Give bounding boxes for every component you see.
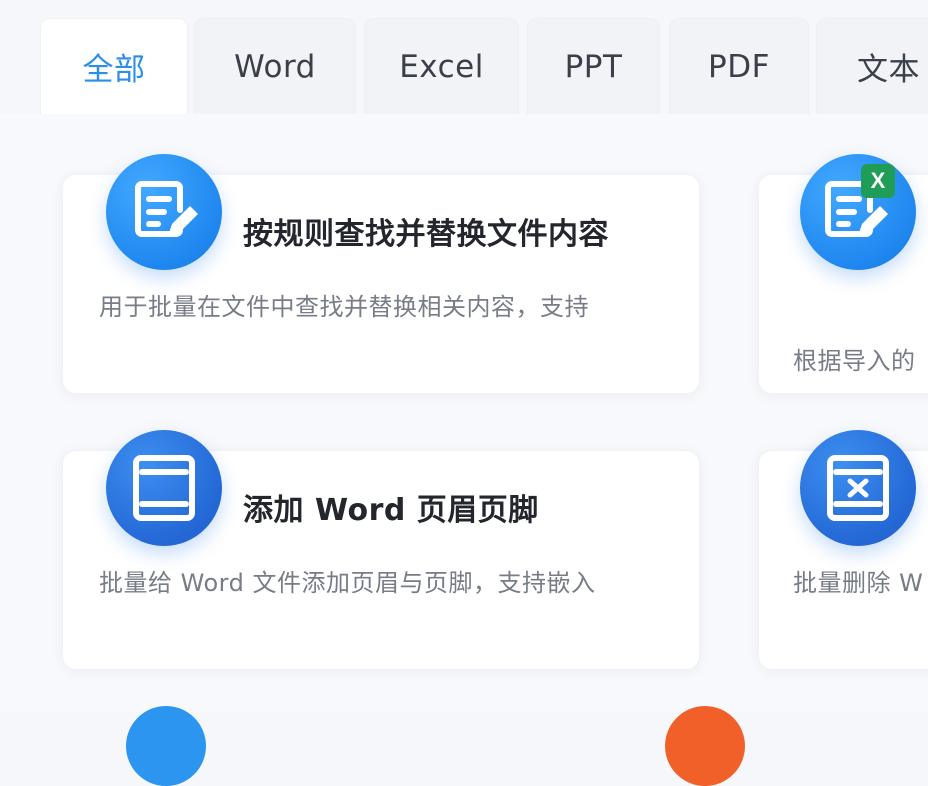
excel-document-edit-icon: X bbox=[800, 154, 916, 270]
tool-card-description: 用于批量在文件中查找并替换相关内容，支持 bbox=[99, 293, 589, 321]
tool-grid: 按规则查找并替换文件内容 用于批量在文件中查找并替换相关内容，支持 根据导入的 … bbox=[0, 114, 928, 786]
header-footer-icon bbox=[106, 430, 222, 546]
document-edit-icon bbox=[106, 154, 222, 270]
tool-icon-partial bbox=[126, 706, 206, 786]
excel-badge-icon: X bbox=[861, 164, 895, 198]
tool-card-description: 批量给 Word 文件添加页眉与页脚，支持嵌入 bbox=[99, 569, 596, 597]
tab-ppt[interactable]: PPT bbox=[527, 18, 660, 114]
tab-all-label: 全部 bbox=[82, 52, 146, 88]
tab-text-label: 文本 bbox=[857, 52, 920, 88]
category-tabs: Word Excel PPT PDF 文本 全部 bbox=[0, 0, 928, 130]
tab-pdf-label: PDF bbox=[708, 48, 770, 85]
tool-card-description: 根据导入的 bbox=[793, 347, 916, 375]
tab-all[interactable]: 全部 bbox=[40, 18, 188, 114]
tool-card-title: 添加 Word 页眉页脚 bbox=[243, 493, 539, 528]
delete-header-footer-icon bbox=[800, 430, 916, 546]
tool-card-description: 批量删除 W bbox=[793, 569, 924, 597]
tab-word-label: Word bbox=[234, 48, 316, 85]
tab-ppt-label: PPT bbox=[564, 48, 623, 85]
tab-text[interactable]: 文本 bbox=[816, 18, 928, 114]
tab-word[interactable]: Word bbox=[194, 18, 356, 114]
tool-card-title: 按规则查找并替换文件内容 bbox=[243, 217, 609, 252]
tab-excel-label: Excel bbox=[399, 48, 484, 85]
tool-icon-partial bbox=[665, 706, 745, 786]
tab-pdf[interactable]: PDF bbox=[669, 18, 809, 114]
tab-excel[interactable]: Excel bbox=[364, 18, 519, 114]
